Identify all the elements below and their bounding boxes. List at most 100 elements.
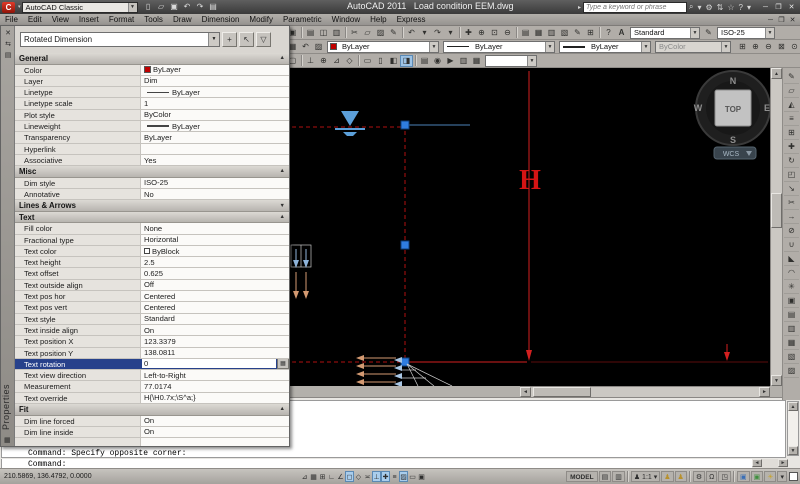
viewcube-west-label[interactable]: W bbox=[694, 103, 703, 113]
app-menu-caret-icon[interactable]: ▾ bbox=[18, 4, 21, 10]
command-scroll-right-icon[interactable]: ► bbox=[778, 459, 788, 467]
clean-screen-button[interactable] bbox=[789, 472, 798, 481]
sheet-set-icon[interactable]: ▧ bbox=[558, 27, 571, 39]
property-row-linetype[interactable]: LinetypeByLayer bbox=[15, 87, 289, 98]
menu-item-format[interactable]: Format bbox=[104, 15, 139, 24]
osnap-toggle[interactable]: ◻ bbox=[345, 471, 354, 482]
object-type-combo[interactable]: Rotated Dimension ▼ bbox=[20, 32, 220, 47]
grip-middle[interactable] bbox=[401, 241, 409, 249]
paste-icon[interactable]: ▨ bbox=[374, 27, 387, 39]
explode-icon[interactable]: ✳ bbox=[784, 280, 799, 294]
property-row-lineweight[interactable]: LineweightByLayer bbox=[15, 121, 289, 132]
workspace-combo[interactable]: AutoCAD Classic ▼ bbox=[22, 2, 138, 13]
markup-icon[interactable]: ✎ bbox=[571, 27, 584, 39]
undo-caret-icon[interactable]: ▾ bbox=[418, 27, 431, 39]
command-scroll-down-icon[interactable]: ▼ bbox=[788, 446, 798, 455]
chevron-up-icon[interactable]: ▲ bbox=[280, 214, 285, 220]
color-control-combo[interactable]: ByLayer▼ bbox=[327, 41, 439, 53]
qat-undo-icon[interactable]: ↶ bbox=[181, 1, 194, 13]
scroll-up-icon[interactable]: ▲ bbox=[771, 68, 782, 79]
property-row-text-color[interactable]: Text colorByBlock bbox=[15, 246, 289, 257]
model-button[interactable]: MODEL bbox=[566, 471, 597, 482]
menu-item-tools[interactable]: Tools bbox=[139, 15, 168, 24]
shade-mode-icon[interactable]: ◨ bbox=[400, 55, 413, 67]
tool-palettes-icon[interactable]: ▥ bbox=[545, 27, 558, 39]
view-caret-icon[interactable]: ▼ bbox=[527, 56, 536, 66]
minimize-button[interactable]: ─ bbox=[759, 2, 772, 13]
rotate-icon[interactable]: ↻ bbox=[784, 154, 799, 168]
lock-icon[interactable]: Ω bbox=[706, 471, 717, 482]
workspace-caret-icon[interactable]: ▼ bbox=[128, 3, 137, 12]
grip-top[interactable] bbox=[401, 121, 409, 129]
palette-title-strip[interactable]: ✕ ⇆ ▤ Properties ▦ bbox=[1, 26, 15, 446]
annotation-autoscale-icon[interactable]: ♟ bbox=[675, 471, 687, 482]
text-rotation-input[interactable]: 0 bbox=[141, 359, 277, 369]
preview-icon[interactable]: ◫ bbox=[317, 27, 330, 39]
viewcube[interactable]: TOP N S W E bbox=[694, 71, 770, 145]
workspace-gear-icon[interactable]: ⚙ bbox=[693, 471, 705, 482]
named-views-icon[interactable]: ▤ bbox=[418, 55, 431, 67]
wcs-menu[interactable]: WCS bbox=[714, 147, 756, 159]
layer-previous-icon[interactable]: ↶ bbox=[299, 41, 312, 53]
erase-icon[interactable]: ✎ bbox=[784, 70, 799, 84]
ucs-object-icon[interactable]: ⊿ bbox=[330, 55, 343, 67]
command-scroll-left-icon[interactable]: ◄ bbox=[752, 459, 762, 467]
sheet2-icon[interactable]: ▥ bbox=[457, 55, 470, 67]
chevron-down-icon[interactable]: ▼ bbox=[280, 203, 285, 209]
property-row-text-position-y[interactable]: Text position Y138.0811 bbox=[15, 348, 289, 359]
qat-new-icon[interactable]: ▯ bbox=[142, 1, 155, 13]
linetype-caret-icon[interactable]: ▼ bbox=[545, 42, 554, 52]
horizontal-scroll-thumb[interactable] bbox=[533, 387, 591, 397]
camera-icon[interactable]: ◉ bbox=[431, 55, 444, 67]
snap-toggle[interactable]: ▦ bbox=[309, 471, 318, 482]
property-row-fractional-type[interactable]: Fractional typeHorizontal bbox=[15, 235, 289, 246]
print-icon[interactable]: ▤ bbox=[304, 27, 317, 39]
drawing-canvas[interactable]: H bbox=[290, 68, 770, 386]
section-header-fit[interactable]: Fit▲ bbox=[15, 404, 289, 416]
close-button[interactable]: ✕ bbox=[785, 2, 798, 13]
draworder-text-icon[interactable]: ▨ bbox=[784, 364, 799, 378]
property-row-text-view-direction[interactable]: Text view directionLeft-to-Right bbox=[15, 370, 289, 381]
infocenter-collapse-icon[interactable]: ▸ bbox=[578, 4, 581, 11]
menu-item-help[interactable]: Help bbox=[365, 15, 391, 24]
draworder-icon[interactable]: ▣ bbox=[784, 294, 799, 308]
menu-item-window[interactable]: Window bbox=[327, 15, 365, 24]
property-row-text-inside-align[interactable]: Text inside alignOn bbox=[15, 325, 289, 336]
palette-close-icon[interactable]: ✕ bbox=[1, 29, 15, 37]
menu-item-edit[interactable]: Edit bbox=[23, 15, 47, 24]
view-3d-icon[interactable]: ◧ bbox=[387, 55, 400, 67]
section-header-general[interactable]: General▲ bbox=[15, 53, 289, 65]
selection-cycling-toggle[interactable]: ▣ bbox=[417, 471, 426, 482]
zoom-previous-icon[interactable]: ⊖ bbox=[501, 27, 514, 39]
property-row-annotative[interactable]: AnnotativeNo bbox=[15, 189, 289, 200]
scroll-left-icon[interactable]: ◄ bbox=[520, 387, 531, 397]
property-row-fill-color[interactable]: Fill colorNone bbox=[15, 223, 289, 234]
text-style-caret-icon[interactable]: ▼ bbox=[690, 28, 699, 38]
linetype-control-combo[interactable]: ByLayer▼ bbox=[443, 41, 555, 53]
property-row-text-pos-vert[interactable]: Text pos vertCentered bbox=[15, 302, 289, 313]
undo-icon[interactable]: ↶ bbox=[405, 27, 418, 39]
doc-minimize-button[interactable]: ─ bbox=[765, 15, 776, 26]
menu-item-modify[interactable]: Modify bbox=[244, 15, 278, 24]
copy-object-icon[interactable]: ▱ bbox=[784, 84, 799, 98]
match-properties-icon[interactable]: ✎ bbox=[387, 27, 400, 39]
ucs-face-icon[interactable]: ◇ bbox=[343, 55, 356, 67]
calculator-button[interactable]: ▦ bbox=[277, 359, 289, 369]
zoom-out2-icon[interactable]: ⊖ bbox=[762, 41, 775, 53]
mirror-icon[interactable]: ◭ bbox=[784, 98, 799, 112]
fillet-icon[interactable]: ◠ bbox=[784, 266, 799, 280]
palette-properties-icon[interactable]: ▤ bbox=[1, 51, 15, 59]
redo-caret-icon[interactable]: ▾ bbox=[444, 27, 457, 39]
scroll-down-icon[interactable]: ▼ bbox=[771, 375, 782, 386]
search-input[interactable] bbox=[583, 2, 687, 13]
dim-style-caret-icon[interactable]: ▼ bbox=[765, 28, 774, 38]
zoom-ext-icon[interactable]: ⊞ bbox=[736, 41, 749, 53]
property-row-associative[interactable]: AssociativeYes bbox=[15, 155, 289, 166]
property-row-dim-line-inside[interactable]: Dim line insideOn bbox=[15, 427, 289, 438]
autocad-logo-icon[interactable]: C bbox=[2, 2, 15, 13]
toggle-pickadd-button[interactable]: + bbox=[222, 32, 237, 47]
text-style-combo[interactable]: Standard▼ bbox=[630, 27, 700, 39]
property-row-text-override[interactable]: Text overrideH{\H0.7x;\S^a;} bbox=[15, 393, 289, 404]
help-caret-icon[interactable]: ▾ bbox=[747, 3, 751, 12]
lineweight-control-combo[interactable]: ByLayer▼ bbox=[559, 41, 651, 53]
